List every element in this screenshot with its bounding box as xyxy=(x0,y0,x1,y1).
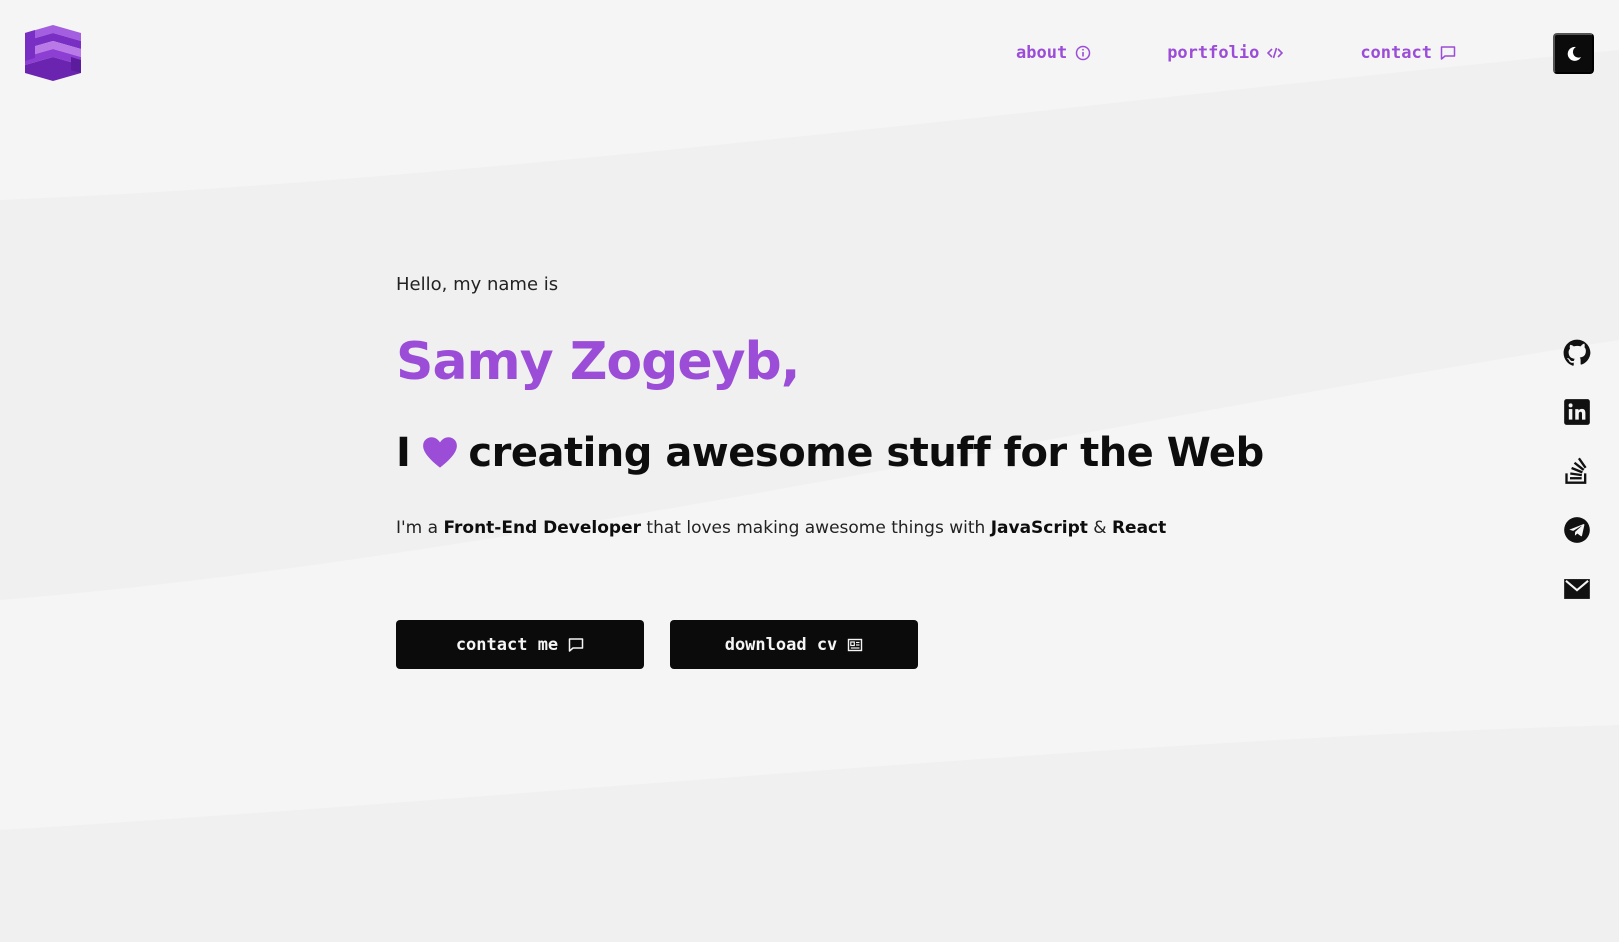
hero-name: Samy Zogeyb, xyxy=(396,332,801,392)
nav-contact-label: contact xyxy=(1360,43,1432,63)
telegram-link[interactable] xyxy=(1562,515,1592,545)
chat-icon xyxy=(568,637,584,652)
moon-icon xyxy=(1567,46,1581,61)
page: about portfolio contact Hello, my name i… xyxy=(0,0,1619,942)
email-icon xyxy=(1564,579,1590,599)
linkedin-icon xyxy=(1564,399,1590,425)
linkedin-link[interactable] xyxy=(1562,397,1592,427)
chat-icon xyxy=(1440,46,1456,60)
intro-text: I'm a Front-End Developer that loves mak… xyxy=(396,513,1166,543)
theme-toggle-button[interactable] xyxy=(1553,33,1594,74)
tagline-suffix: creating awesome stuff for the Web xyxy=(468,430,1264,476)
id-card-icon xyxy=(848,638,863,651)
main-nav: about portfolio contact xyxy=(1016,38,1456,68)
intro-part3: & xyxy=(1087,518,1112,538)
heart-icon xyxy=(423,437,458,468)
nav-portfolio-label: portfolio xyxy=(1167,43,1260,63)
nav-portfolio-link[interactable]: portfolio xyxy=(1167,38,1284,68)
greeting-text: Hello, my name is xyxy=(396,274,559,295)
download-cv-button[interactable]: download cv xyxy=(670,620,918,669)
stackoverflow-link[interactable] xyxy=(1562,456,1592,486)
logo-icon[interactable] xyxy=(25,25,81,81)
intro-tech-javascript: JavaScript xyxy=(990,518,1088,538)
download-cv-label: download cv xyxy=(724,634,838,655)
code-icon xyxy=(1267,47,1284,59)
contact-me-button[interactable]: contact me xyxy=(396,620,644,669)
nav-about-label: about xyxy=(1016,43,1068,63)
hero-section: Hello, my name is Samy Zogeyb, I creatin… xyxy=(396,270,1264,669)
nav-contact-link[interactable]: contact xyxy=(1360,38,1456,68)
intro-part2: that loves making awesome things with xyxy=(641,518,991,538)
intro-role: Front-End Developer xyxy=(443,518,642,538)
intro-part1: I'm a xyxy=(396,518,444,538)
social-links xyxy=(1562,338,1592,633)
telegram-icon xyxy=(1564,517,1590,543)
nav-about-link[interactable]: about xyxy=(1016,38,1091,68)
stackoverflow-icon xyxy=(1565,457,1587,484)
info-icon xyxy=(1075,45,1091,61)
github-icon xyxy=(1563,339,1591,366)
hero-tagline: I creating awesome stuff for the Web xyxy=(396,428,1264,478)
contact-me-label: contact me xyxy=(455,634,559,655)
intro-tech-react: React xyxy=(1111,518,1167,538)
tagline-prefix: I xyxy=(396,430,411,476)
github-link[interactable] xyxy=(1562,338,1592,368)
email-link[interactable] xyxy=(1562,574,1592,604)
